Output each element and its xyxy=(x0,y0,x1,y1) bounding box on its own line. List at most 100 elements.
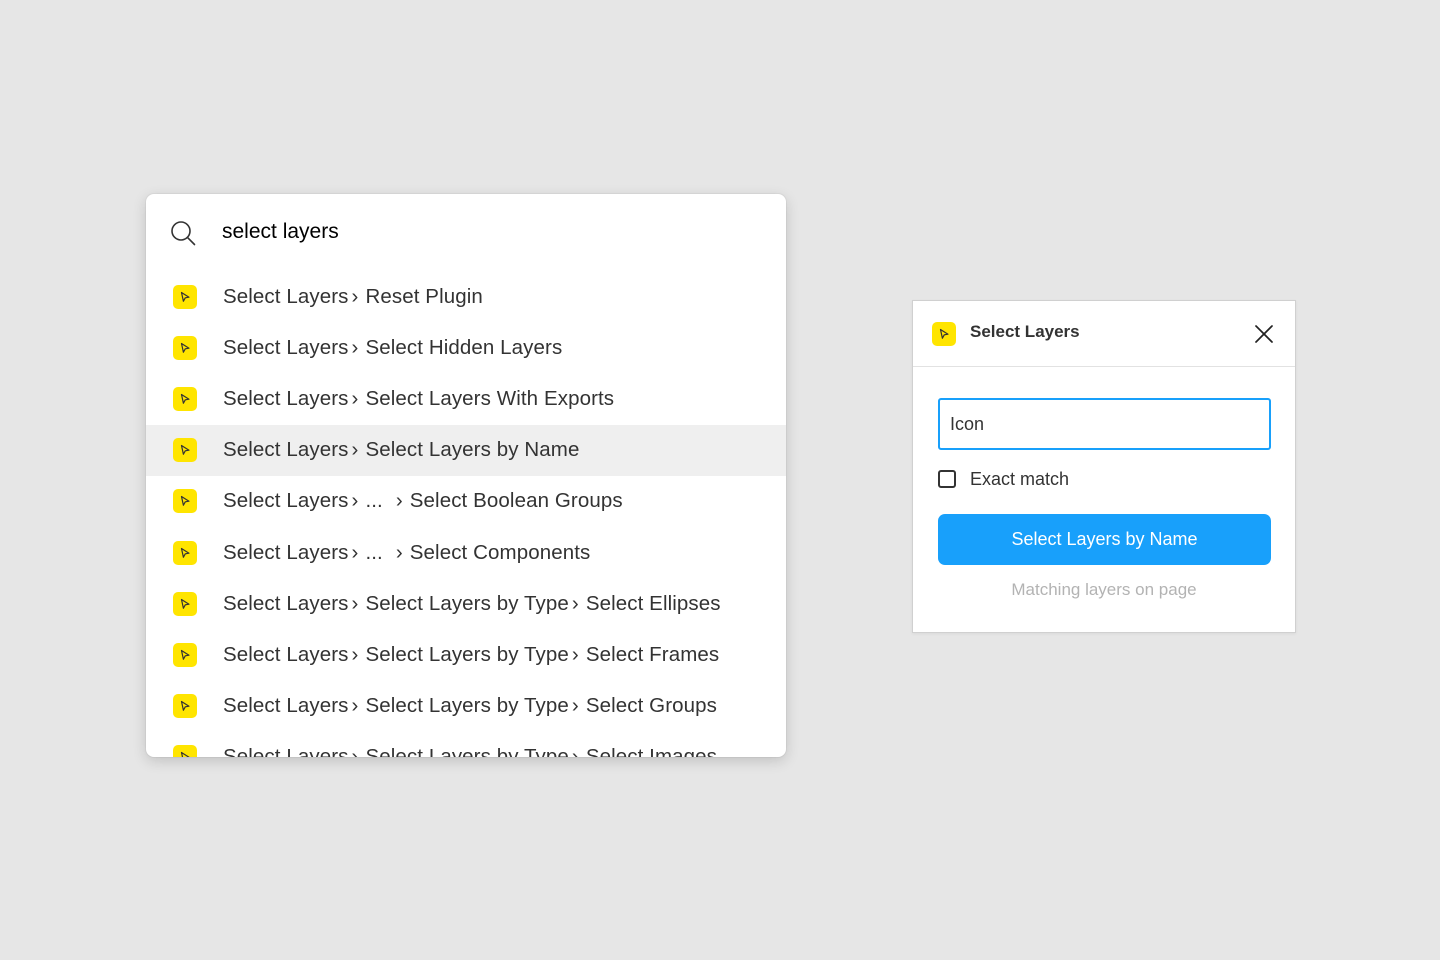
select-layers-by-name-button[interactable]: Select Layers by Name xyxy=(938,514,1271,565)
breadcrumb-part: Select Layers xyxy=(223,386,349,410)
breadcrumb-separator: › xyxy=(351,745,359,757)
breadcrumb-separator: › xyxy=(571,745,579,757)
breadcrumb-part: Select Layers by Type xyxy=(365,591,569,615)
breadcrumb-part: Select Layers by Type xyxy=(365,745,569,757)
breadcrumb-part: Select Images xyxy=(585,745,718,757)
close-icon xyxy=(1255,325,1273,343)
result-row[interactable]: Select Layers › Select Layers by Type › Sele… xyxy=(146,629,786,680)
breadcrumb-part: Select Layers xyxy=(223,745,349,757)
breadcrumb-part: Select Layers xyxy=(223,284,349,308)
result-row[interactable]: Select Layers ›... › Select Components xyxy=(146,527,786,578)
breadcrumb-part: Select Layers xyxy=(223,335,349,359)
breadcrumb-part: Select Layers by Name xyxy=(365,438,580,462)
cursor-arrow-icon xyxy=(180,752,190,757)
result-row[interactable]: Select Layers › Select Layers by Type › Sele… xyxy=(146,681,786,732)
search-input[interactable] xyxy=(222,216,742,248)
breadcrumb-part: Select Components xyxy=(409,540,591,564)
breadcrumb-part: Select Boolean Groups xyxy=(409,489,623,513)
breadcrumb-separator: › xyxy=(351,591,359,615)
result-label: Select Layers › Select Layers by Type › Sele… xyxy=(223,592,721,616)
plugin-icon xyxy=(173,642,197,667)
breadcrumb-separator: › xyxy=(351,489,359,513)
breadcrumb-part: Select Layers With Exports xyxy=(365,386,615,410)
result-label: Select Layers › Select Layers With Exports xyxy=(223,387,614,411)
breadcrumb-separator: › xyxy=(571,591,579,615)
result-label: Select Layers › Reset Plugin xyxy=(223,285,483,309)
breadcrumb-part: Select Layers xyxy=(223,489,349,513)
plugin-icon xyxy=(173,489,197,514)
breadcrumb-part: Select Groups xyxy=(585,694,718,718)
result-row[interactable]: Select Layers ›... › Select Boolean Groups xyxy=(146,476,786,527)
matching-hint: Matching layers on page xyxy=(1011,580,1197,599)
plugin-icon xyxy=(173,335,197,360)
result-row[interactable]: Select Layers › Select Layers by Type › Sele… xyxy=(146,732,786,757)
breadcrumb-part: Select Frames xyxy=(585,642,720,666)
cursor-arrow-icon xyxy=(180,496,190,507)
exact-match-checkbox[interactable] xyxy=(938,470,956,488)
plugin-icon xyxy=(173,591,197,616)
panel-header: Select Layers xyxy=(913,301,1295,367)
result-label: Select Layers ›... › Select Components xyxy=(223,541,590,565)
breadcrumb-part: ... xyxy=(365,540,383,564)
breadcrumb-part: Select Layers xyxy=(223,540,349,564)
cursor-arrow-icon xyxy=(180,547,190,558)
plugin-icon xyxy=(932,322,956,346)
command-palette: Select Layers›Reset PluginSelect Layers›… xyxy=(146,194,786,757)
plugin-icon xyxy=(173,694,197,719)
breadcrumb-separator: › xyxy=(351,438,359,462)
breadcrumb-separator: › xyxy=(351,386,359,410)
cursor-arrow-icon xyxy=(180,393,190,404)
result-row[interactable]: Select Layers › Select Hidden Layers xyxy=(146,322,786,373)
breadcrumb-separator: › xyxy=(351,540,359,564)
breadcrumb-part: Select Layers xyxy=(223,694,349,718)
result-row[interactable]: Select Layers › Select Layers by Name xyxy=(146,424,786,476)
plugin-icon xyxy=(173,438,197,463)
result-label: Select Layers › Select Layers by Type › Sele… xyxy=(223,643,719,667)
panel-title: Select Layers xyxy=(970,322,1080,341)
plugin-icon xyxy=(173,284,197,309)
search-row xyxy=(146,194,786,270)
cursor-arrow-icon xyxy=(180,700,190,711)
breadcrumb-part: Select Ellipses xyxy=(585,591,721,615)
result-row[interactable]: Select Layers › Select Layers by Type › Sele… xyxy=(146,578,786,629)
cursor-arrow-icon xyxy=(180,291,190,302)
breadcrumb-separator: › xyxy=(571,694,579,718)
results-list: Select Layers › Reset Plugin Select Layers ›… xyxy=(146,271,786,757)
search-icon xyxy=(171,221,196,246)
exact-match-label[interactable]: Exact match xyxy=(970,469,1069,490)
breadcrumb-part: Select Hidden Layers xyxy=(365,335,563,359)
result-label: Select Layers › Select Layers by Type › Sele… xyxy=(223,694,717,718)
breadcrumb-part: Reset Plugin xyxy=(365,284,483,308)
breadcrumb-separator: › xyxy=(351,335,359,359)
cursor-arrow-icon xyxy=(180,445,190,455)
cursor-arrow-icon xyxy=(939,328,949,339)
breadcrumb-separator: › xyxy=(395,540,403,564)
result-label: Select Layers › Select Layers by Name xyxy=(223,438,579,462)
close-button[interactable] xyxy=(1251,321,1277,347)
result-label: Select Layers ›... › Select Boolean Groups xyxy=(223,489,623,513)
breadcrumb-part: Select Layers by Type xyxy=(365,694,569,718)
breadcrumb-separator: › xyxy=(351,694,359,718)
breadcrumb-part: Select Layers xyxy=(223,438,349,462)
exact-match-row[interactable]: Exact match xyxy=(938,468,1069,490)
breadcrumb-separator: › xyxy=(571,642,579,666)
layer-name-input[interactable] xyxy=(938,398,1271,450)
breadcrumb-part: ... xyxy=(365,489,383,513)
breadcrumb-separator: › xyxy=(395,489,403,513)
result-label: Select Layers › Select Layers by Type › Sele… xyxy=(223,745,717,757)
breadcrumb-part: Select Layers by Type xyxy=(365,642,569,666)
cursor-arrow-icon xyxy=(180,342,190,353)
plugin-icon xyxy=(173,540,197,565)
cursor-arrow-icon xyxy=(180,598,190,609)
breadcrumb-part: Select Layers xyxy=(223,642,349,666)
result-row[interactable]: Select Layers › Select Layers With Exports xyxy=(146,373,786,424)
cursor-arrow-icon xyxy=(180,649,190,660)
breadcrumb-separator: › xyxy=(351,642,359,666)
result-row[interactable]: Select Layers › Reset Plugin xyxy=(146,271,786,322)
result-label: Select Layers › Select Hidden Layers xyxy=(223,336,562,360)
plugin-icon xyxy=(173,386,197,411)
plugin-icon xyxy=(173,745,197,757)
breadcrumb-separator: › xyxy=(351,284,359,308)
plugin-panel: Select Layers Exact match Select Layers … xyxy=(912,300,1296,633)
breadcrumb-part: Select Layers xyxy=(223,591,349,615)
